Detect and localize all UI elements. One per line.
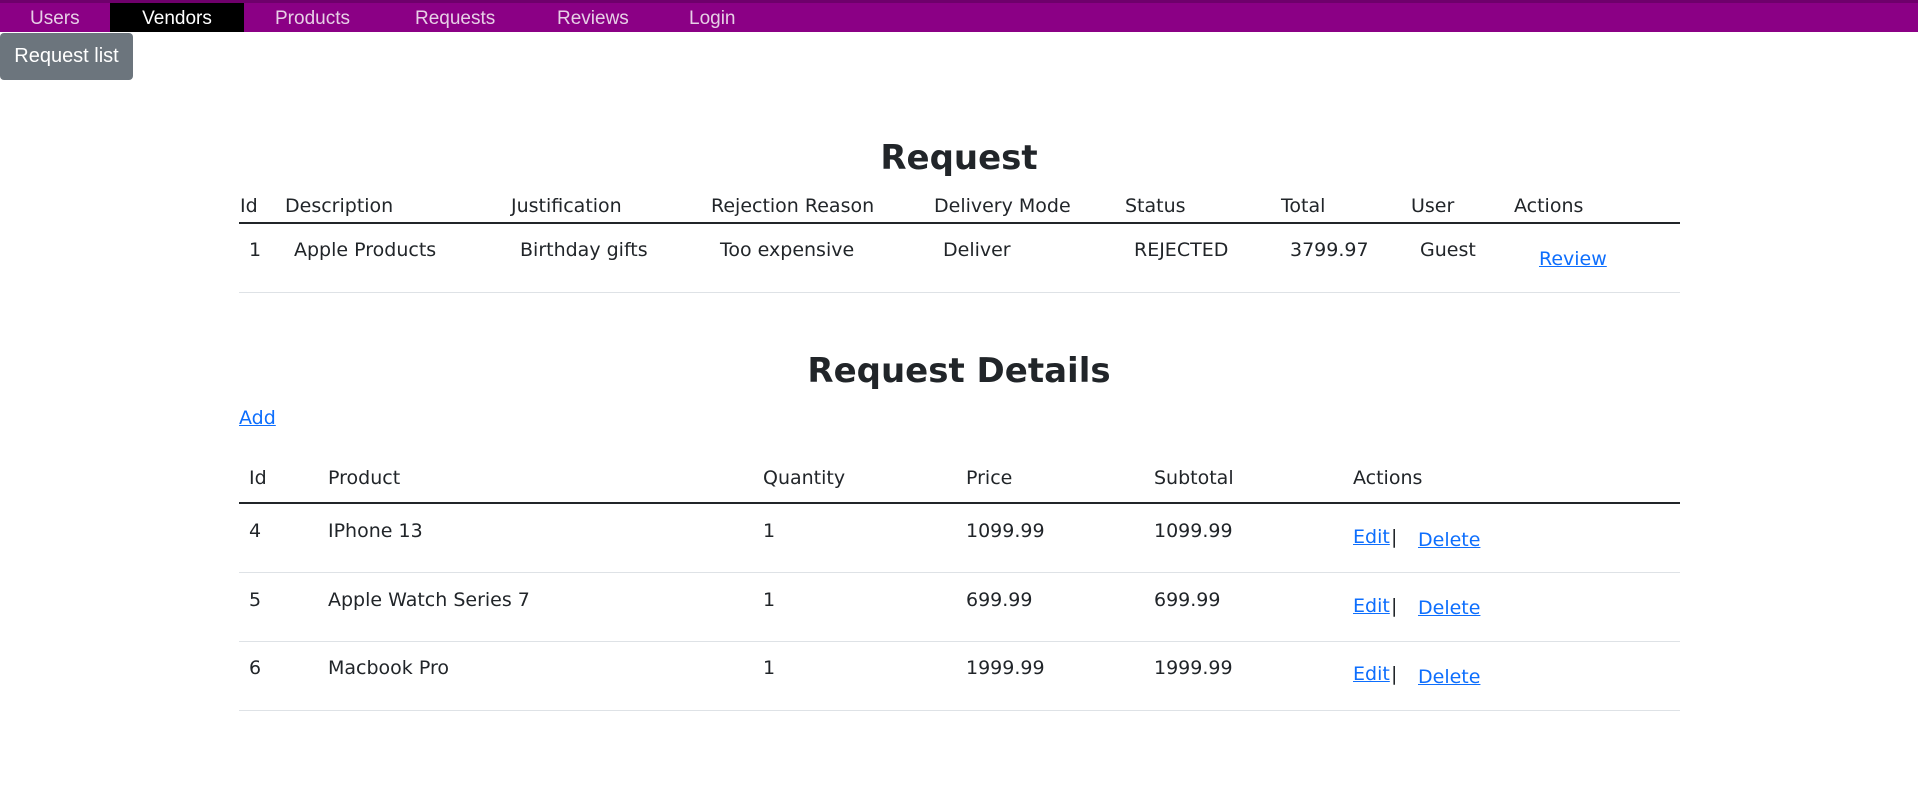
nav-products[interactable]: Products	[275, 3, 350, 32]
request-status: REJECTED	[1134, 239, 1229, 261]
row-divider	[239, 572, 1680, 573]
detail-quantity: 1	[763, 520, 776, 542]
header-description: Description	[285, 195, 394, 217]
nav-login[interactable]: Login	[689, 3, 736, 32]
delete-link[interactable]: Delete	[1418, 529, 1480, 551]
detail-product: Apple Watch Series 7	[328, 589, 530, 611]
header-id: Id	[249, 467, 267, 489]
nav-users[interactable]: Users	[30, 3, 80, 32]
edit-link[interactable]: Edit	[1353, 595, 1390, 617]
nav-requests[interactable]: Requests	[415, 3, 495, 32]
detail-product: Macbook Pro	[328, 657, 449, 679]
detail-price: 1099.99	[966, 520, 1045, 542]
detail-id: 6	[249, 657, 262, 679]
edit-link[interactable]: Edit	[1353, 663, 1390, 685]
request-total: 3799.97	[1290, 239, 1369, 261]
detail-id: 4	[249, 520, 262, 542]
row-divider	[239, 710, 1680, 711]
request-list-button[interactable]: Request list	[0, 33, 133, 80]
action-separator: |	[1391, 663, 1398, 685]
request-description: Apple Products	[294, 239, 437, 261]
header-actions: Actions	[1514, 195, 1584, 217]
detail-price: 699.99	[966, 589, 1033, 611]
header-product: Product	[328, 467, 401, 489]
request-delivery-mode: Deliver	[943, 239, 1011, 261]
request-id: 1	[249, 239, 262, 261]
delete-link[interactable]: Delete	[1418, 597, 1480, 619]
header-user: User	[1411, 195, 1455, 217]
review-link[interactable]: Review	[1539, 248, 1607, 270]
row-divider	[239, 292, 1680, 293]
header-price: Price	[966, 467, 1013, 489]
detail-price: 1999.99	[966, 657, 1045, 679]
detail-subtotal: 699.99	[1154, 589, 1221, 611]
request-details-title: Request Details	[807, 351, 1111, 391]
action-separator: |	[1391, 595, 1398, 617]
header-delivery-mode: Delivery Mode	[934, 195, 1071, 217]
request-title: Request	[880, 138, 1038, 178]
delete-link[interactable]: Delete	[1418, 666, 1480, 688]
header-status: Status	[1125, 195, 1186, 217]
add-link[interactable]: Add	[239, 407, 276, 429]
detail-subtotal: 1099.99	[1154, 520, 1233, 542]
detail-quantity: 1	[763, 589, 776, 611]
top-navbar: Users Vendors Products Requests Reviews …	[0, 0, 1918, 32]
detail-quantity: 1	[763, 657, 776, 679]
header-actions: Actions	[1353, 467, 1423, 489]
header-id: Id	[240, 195, 258, 217]
request-justification: Birthday gifts	[520, 239, 648, 261]
header-divider	[239, 222, 1680, 224]
request-user: Guest	[1420, 239, 1476, 261]
header-subtotal: Subtotal	[1154, 467, 1234, 489]
row-divider	[239, 641, 1680, 642]
detail-product: IPhone 13	[328, 520, 423, 542]
header-quantity: Quantity	[763, 467, 846, 489]
detail-subtotal: 1999.99	[1154, 657, 1233, 679]
header-justification: Justification	[511, 195, 622, 217]
nav-vendors[interactable]: Vendors	[110, 3, 244, 32]
action-separator: |	[1391, 526, 1398, 548]
header-rejection-reason: Rejection Reason	[711, 195, 875, 217]
detail-id: 5	[249, 589, 262, 611]
nav-reviews[interactable]: Reviews	[557, 3, 629, 32]
request-rejection-reason: Too expensive	[720, 239, 855, 261]
header-divider	[239, 502, 1680, 504]
edit-link[interactable]: Edit	[1353, 526, 1390, 548]
header-total: Total	[1281, 195, 1326, 217]
